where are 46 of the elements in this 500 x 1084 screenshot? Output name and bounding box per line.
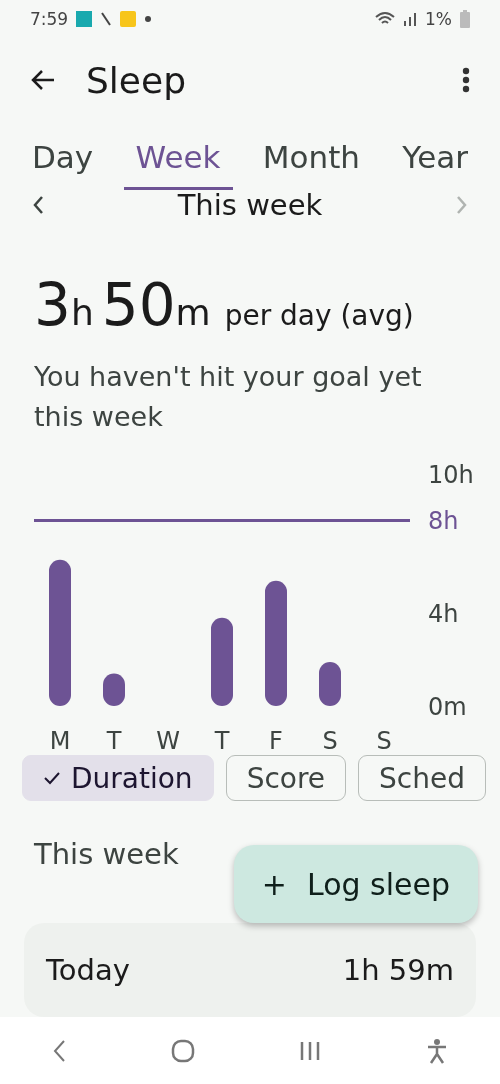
filter-chip[interactable]: Score	[225, 755, 347, 801]
chevron-right-icon	[456, 195, 468, 216]
day-duration: 1h 59m	[342, 953, 454, 987]
battery-percent: 1%	[425, 9, 452, 29]
plus-icon: +	[261, 866, 287, 902]
axis-label: 8h	[428, 507, 459, 536]
day-label: F	[269, 727, 283, 755]
period-tab[interactable]: Month	[250, 134, 372, 190]
filter-chip[interactable]: Duration	[22, 755, 214, 801]
day-label: W	[156, 727, 180, 755]
day-label: T	[214, 727, 230, 755]
axis-label: 0m	[428, 692, 467, 721]
period-label: This week	[176, 190, 324, 221]
bar	[319, 661, 341, 706]
average-caption: per day (avg)	[224, 299, 414, 332]
filter-chip[interactable]: Sched	[358, 755, 486, 801]
dot-icon	[144, 15, 153, 23]
day-label: S	[322, 727, 338, 755]
day-label: Today	[46, 953, 130, 987]
chevron-left-icon	[32, 195, 44, 216]
axis-label: 4h	[428, 599, 459, 628]
axis-label: 10h	[428, 460, 474, 489]
app-notification-icon	[76, 11, 93, 27]
average-minutes: 50	[101, 271, 176, 339]
day-label: S	[376, 727, 392, 755]
average-hours: 3	[34, 271, 71, 339]
day-card[interactable]: Today 1h 59m	[24, 923, 476, 1017]
period-tab[interactable]: Year	[390, 134, 480, 190]
check-icon	[43, 771, 61, 785]
period-tab[interactable]: Day	[20, 134, 106, 190]
page-title: Sleep	[86, 59, 187, 101]
hours-unit: h	[70, 292, 94, 333]
minutes-unit: m	[175, 292, 211, 333]
battery-icon	[460, 10, 470, 28]
chevron-left-icon	[52, 1038, 67, 1063]
signal-icon	[403, 11, 417, 27]
slash-icon	[100, 11, 113, 27]
day-label: T	[106, 727, 122, 755]
period-tab[interactable]: Week	[123, 134, 233, 190]
goal-message: You haven't hit your goal yet this week	[34, 360, 423, 434]
app-notification-icon	[120, 11, 137, 27]
log-sleep-button[interactable]: + Log sleep	[233, 845, 478, 923]
day-label: M	[49, 727, 71, 755]
status-time: 7:59	[30, 9, 69, 29]
bar	[103, 673, 125, 706]
section-heading: This week	[34, 837, 180, 871]
